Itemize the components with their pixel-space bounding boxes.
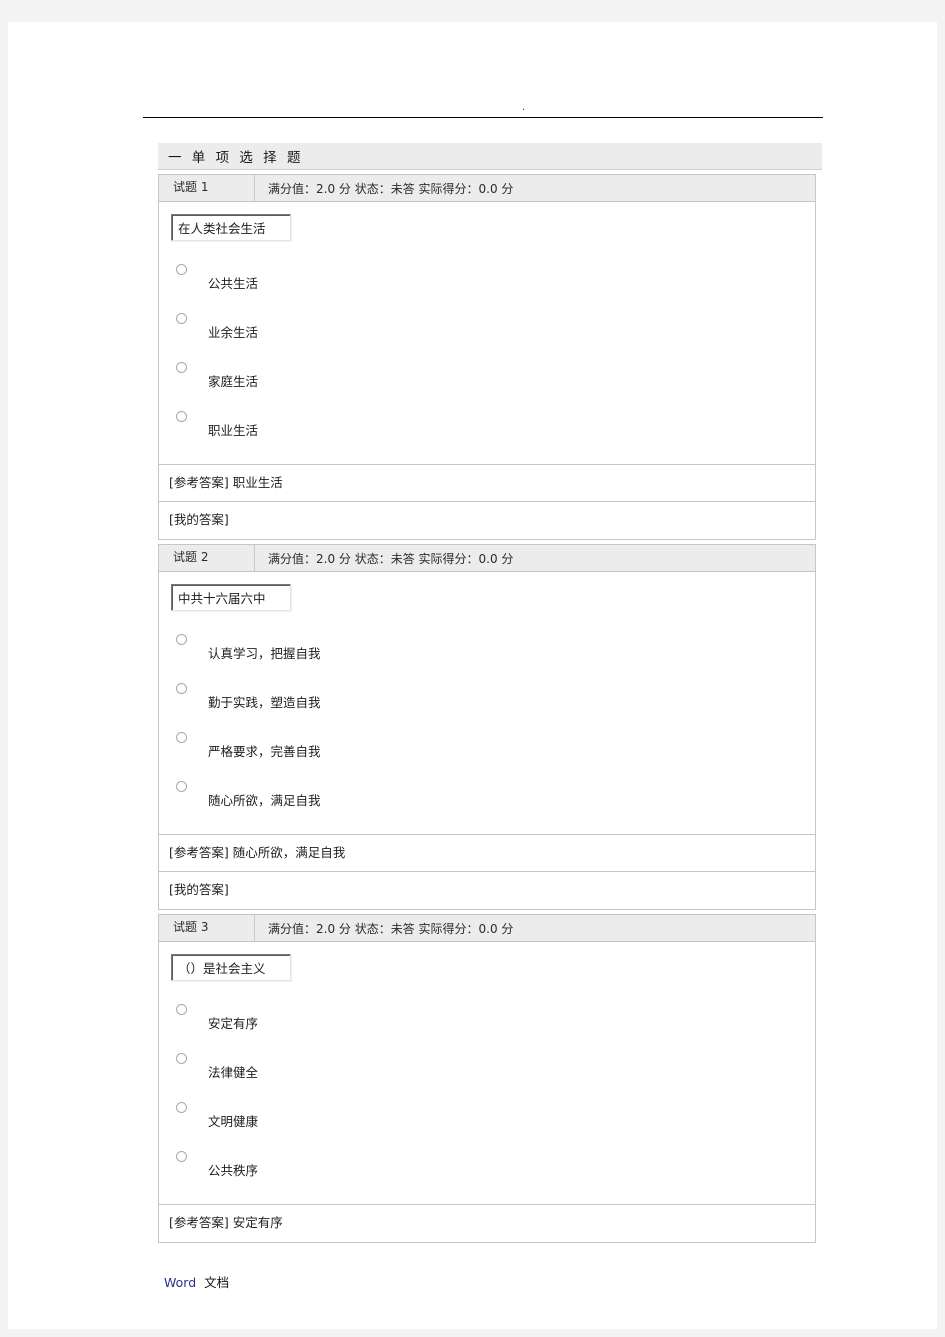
radio-icon[interactable] <box>176 1004 187 1015</box>
my-answer-tag: [我的答案] <box>169 512 229 527</box>
radio-icon[interactable] <box>176 362 187 373</box>
reference-answer-value: 随心所欲，满足自我 <box>232 845 346 860</box>
option-label: 职业生活 <box>208 423 259 438</box>
section-title: 一 单 项 选 择 题 <box>168 150 304 166</box>
question-stem: （）是社会主义 <box>171 954 291 981</box>
reference-answer-value: 职业生活 <box>232 475 283 490</box>
reference-answer-row: [参考答案] 随心所欲，满足自我 <box>159 835 815 872</box>
option-item[interactable]: 职业生活 <box>159 405 815 454</box>
exam-content: 一 单 项 选 择 题 试题 1 满分值：2.0 分 状态：未答 实际得分：0.… <box>158 143 822 1243</box>
option-item[interactable]: 随心所欲，满足自我 <box>159 775 815 824</box>
question-header: 试题 3 满分值：2.0 分 状态：未答 实际得分：0.0 分 <box>159 915 815 942</box>
question-block: 试题 1 满分值：2.0 分 状态：未答 实际得分：0.0 分 在人类社会生活 … <box>158 174 816 540</box>
question-block: 试题 3 满分值：2.0 分 状态：未答 实际得分：0.0 分 （）是社会主义 … <box>158 914 816 1243</box>
my-answer-row: [我的答案] <box>159 502 815 539</box>
option-list: 安定有序 法律健全 文明健康 公共秩序 <box>159 992 815 1204</box>
option-list: 公共生活 业余生活 家庭生活 职业生活 <box>159 252 815 464</box>
question-meta: 满分值：2.0 分 状态：未答 实际得分：0.0 分 <box>268 181 514 196</box>
option-label: 公共生活 <box>208 276 259 291</box>
option-item[interactable]: 家庭生活 <box>159 356 815 405</box>
page-footer: Word 文档 <box>164 1272 229 1291</box>
option-item[interactable]: 认真学习，把握自我 <box>159 628 815 677</box>
option-label: 严格要求，完善自我 <box>208 744 321 759</box>
option-item[interactable]: 安定有序 <box>159 998 815 1047</box>
option-item[interactable]: 公共生活 <box>159 258 815 307</box>
header-dot-mark: . <box>522 101 526 113</box>
reference-answer-tag: [参考答案] <box>169 475 229 490</box>
question-number: 试题 2 <box>159 545 255 571</box>
option-label: 公共秩序 <box>208 1163 259 1178</box>
question-stem-wrap: 在人类社会生活 <box>159 202 815 252</box>
reference-answer-row: [参考答案] 安定有序 <box>159 1205 815 1242</box>
option-item[interactable]: 法律健全 <box>159 1047 815 1096</box>
question-block: 试题 2 满分值：2.0 分 状态：未答 实际得分：0.0 分 中共十六届六中 … <box>158 544 816 910</box>
reference-answer-row: [参考答案] 职业生活 <box>159 465 815 502</box>
option-label: 法律健全 <box>208 1065 259 1080</box>
radio-icon[interactable] <box>176 1102 187 1113</box>
radio-icon[interactable] <box>176 1151 187 1162</box>
radio-icon[interactable] <box>176 683 187 694</box>
option-label: 随心所欲，满足自我 <box>208 793 321 808</box>
option-label: 家庭生活 <box>208 374 259 389</box>
question-stem: 在人类社会生活 <box>171 214 291 241</box>
radio-icon[interactable] <box>176 411 187 422</box>
question-header: 试题 2 满分值：2.0 分 状态：未答 实际得分：0.0 分 <box>159 545 815 572</box>
option-item[interactable]: 公共秩序 <box>159 1145 815 1194</box>
header-rule <box>143 117 823 118</box>
radio-icon[interactable] <box>176 634 187 645</box>
option-item[interactable]: 文明健康 <box>159 1096 815 1145</box>
radio-icon[interactable] <box>176 313 187 324</box>
question-stem: 中共十六届六中 <box>171 584 291 611</box>
my-answer-row: [我的答案] <box>159 872 815 909</box>
my-answer-tag: [我的答案] <box>169 882 229 897</box>
reference-answer-tag: [参考答案] <box>169 1215 229 1230</box>
question-meta: 满分值：2.0 分 状态：未答 实际得分：0.0 分 <box>268 921 514 936</box>
radio-icon[interactable] <box>176 264 187 275</box>
footer-word-label: Word <box>164 1275 197 1290</box>
option-label: 文明健康 <box>208 1114 259 1129</box>
document-page: . 一 单 项 选 择 题 试题 1 满分值：2.0 分 状态：未答 实际得分：… <box>8 22 937 1329</box>
option-list: 认真学习，把握自我 勤于实践，塑造自我 严格要求，完善自我 随心所欲，满足自我 <box>159 622 815 834</box>
question-meta: 满分值：2.0 分 状态：未答 实际得分：0.0 分 <box>268 551 514 566</box>
radio-icon[interactable] <box>176 1053 187 1064</box>
radio-icon[interactable] <box>176 732 187 743</box>
reference-answer-value: 安定有序 <box>232 1215 283 1230</box>
option-item[interactable]: 勤于实践，塑造自我 <box>159 677 815 726</box>
section-header: 一 单 项 选 择 题 <box>158 143 822 170</box>
radio-icon[interactable] <box>176 781 187 792</box>
question-body: （）是社会主义 安定有序 法律健全 文明健康 公共秩序 <box>159 942 815 1205</box>
question-stem-wrap: 中共十六届六中 <box>159 572 815 622</box>
question-number: 试题 1 <box>159 175 255 201</box>
footer-doc-label: 文档 <box>204 1275 230 1290</box>
reference-answer-tag: [参考答案] <box>169 845 229 860</box>
question-stem-wrap: （）是社会主义 <box>159 942 815 992</box>
question-number: 试题 3 <box>159 915 255 941</box>
option-item[interactable]: 业余生活 <box>159 307 815 356</box>
option-label: 勤于实践，塑造自我 <box>208 695 321 710</box>
option-label: 安定有序 <box>208 1016 259 1031</box>
question-header: 试题 1 满分值：2.0 分 状态：未答 实际得分：0.0 分 <box>159 175 815 202</box>
option-label: 认真学习，把握自我 <box>208 646 321 661</box>
option-item[interactable]: 严格要求，完善自我 <box>159 726 815 775</box>
question-body: 在人类社会生活 公共生活 业余生活 家庭生活 职业生活 <box>159 202 815 465</box>
question-body: 中共十六届六中 认真学习，把握自我 勤于实践，塑造自我 严格要求，完善自我 随心… <box>159 572 815 835</box>
option-label: 业余生活 <box>208 325 259 340</box>
